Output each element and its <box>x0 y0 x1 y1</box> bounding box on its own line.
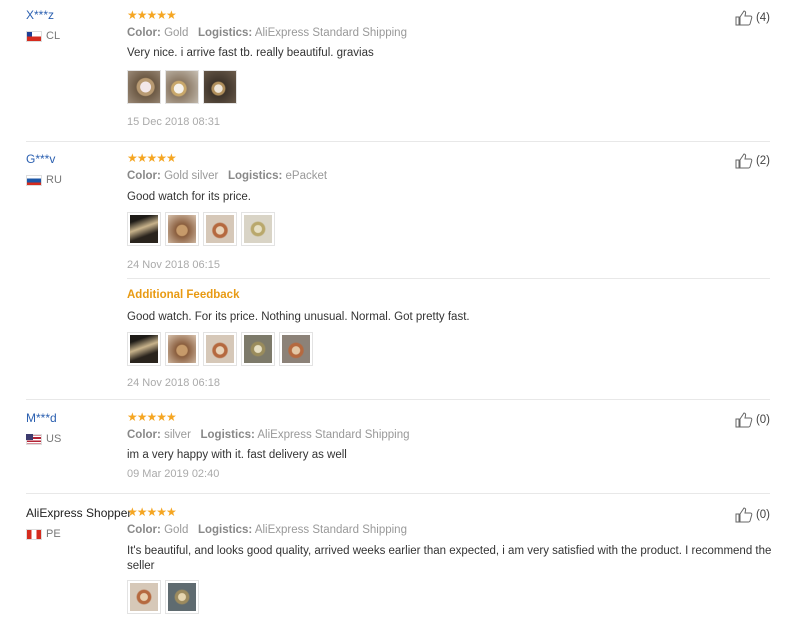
country-code: RU <box>46 174 62 186</box>
review-text: im a very happy with it. fast delivery a… <box>127 449 347 461</box>
additional-feedback-date: 24 Nov 2018 06:18 <box>127 377 220 389</box>
additional-feedback-text: Good watch. For its price. Nothing unusu… <box>127 311 470 323</box>
helpful-button[interactable]: (0) <box>735 507 770 523</box>
divider <box>26 493 770 494</box>
review-photos <box>127 580 199 614</box>
product-color: Gold <box>164 524 189 536</box>
helpful-button[interactable]: (2) <box>735 153 770 169</box>
review-text: It's beautiful, and looks good quality, … <box>127 545 772 572</box>
divider <box>26 399 770 400</box>
usa-flag-icon <box>26 433 42 445</box>
review-photo[interactable] <box>165 332 199 366</box>
thumbs-up-icon <box>735 10 753 26</box>
review-meta: Color: Gold Logistics: AliExpress Standa… <box>127 524 407 536</box>
review-photo[interactable] <box>127 332 161 366</box>
reviewer-country: US <box>26 433 61 445</box>
review-date: 15 Dec 2018 08:31 <box>127 116 220 128</box>
product-color: Gold <box>164 27 189 39</box>
additional-feedback-heading: Additional Feedback <box>127 289 240 301</box>
review-photo[interactable] <box>203 70 237 104</box>
product-color: silver <box>164 429 191 441</box>
review-photo[interactable] <box>203 332 237 366</box>
review-photo[interactable] <box>127 212 161 246</box>
reviewer-country: CL <box>26 30 60 42</box>
review-photo[interactable] <box>127 580 161 614</box>
reviewer-country: RU <box>26 174 62 186</box>
country-code: CL <box>46 30 61 42</box>
country-code: PE <box>46 528 61 540</box>
helpful-count: (4) <box>755 12 770 24</box>
logistics-method: ePacket <box>285 170 328 182</box>
divider <box>127 278 770 279</box>
helpful-count: (2) <box>755 155 770 167</box>
review-text: Good watch for its price. <box>127 191 251 203</box>
country-code: US <box>46 433 62 445</box>
chile-flag-icon <box>26 30 42 42</box>
review-photo[interactable] <box>165 212 199 246</box>
star-rating: ★★★★★ <box>127 505 177 519</box>
review-text: Very nice. i arrive fast tb. really beau… <box>127 47 374 59</box>
peru-flag-icon <box>26 528 42 540</box>
review-photo[interactable] <box>165 70 199 104</box>
review-meta: Color: Gold silver Logistics: ePacket <box>127 170 328 182</box>
review-photos <box>127 70 237 104</box>
product-color: Gold silver <box>164 170 219 182</box>
reviewer-name[interactable]: X***z <box>26 8 54 22</box>
reviewer-name: AliExpress Shopper <box>26 506 132 520</box>
review-photo[interactable] <box>165 580 199 614</box>
additional-feedback-photos <box>127 332 313 366</box>
review-meta: Color: Gold Logistics: AliExpress Standa… <box>127 27 407 39</box>
review-date: 09 Mar 2019 02:40 <box>127 468 220 480</box>
review-photo[interactable] <box>241 332 275 366</box>
review-photo[interactable] <box>241 212 275 246</box>
review-photo[interactable] <box>203 212 237 246</box>
reviewer-name[interactable]: M***d <box>26 411 57 425</box>
thumbs-up-icon <box>735 412 753 428</box>
thumbs-up-icon <box>735 507 753 523</box>
helpful-count: (0) <box>755 414 770 426</box>
divider <box>26 141 770 142</box>
reviewer-name[interactable]: G***v <box>26 152 55 166</box>
star-rating: ★★★★★ <box>127 8 177 22</box>
logistics-method: AliExpress Standard Shipping <box>257 429 410 441</box>
star-rating: ★★★★★ <box>127 410 177 424</box>
helpful-button[interactable]: (0) <box>735 412 770 428</box>
review-photos <box>127 212 275 246</box>
review-photo[interactable] <box>127 70 161 104</box>
thumbs-up-icon <box>735 153 753 169</box>
review-photo[interactable] <box>279 332 313 366</box>
russia-flag-icon <box>26 174 42 186</box>
helpful-button[interactable]: (4) <box>735 10 770 26</box>
logistics-method: AliExpress Standard Shipping <box>254 524 407 536</box>
review-date: 24 Nov 2018 06:15 <box>127 259 220 271</box>
reviewer-country: PE <box>26 528 61 540</box>
star-rating: ★★★★★ <box>127 151 177 165</box>
helpful-count: (0) <box>755 509 770 521</box>
review-meta: Color: silver Logistics: AliExpress Stan… <box>127 429 410 441</box>
logistics-method: AliExpress Standard Shipping <box>254 27 407 39</box>
